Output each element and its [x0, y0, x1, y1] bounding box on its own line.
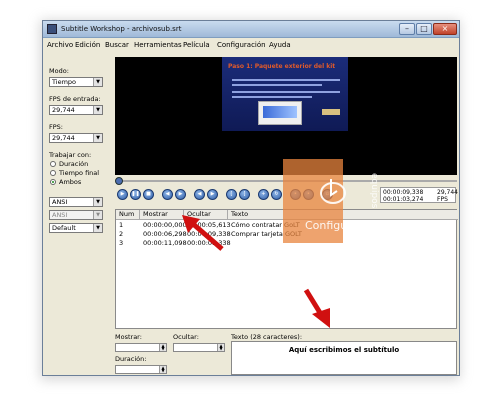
- radio-ambos[interactable]: [50, 179, 56, 185]
- chevron-down-icon: ▼: [93, 106, 102, 114]
- row-num: 2: [119, 230, 124, 238]
- slide-bullet: [232, 79, 340, 81]
- stepper-icon[interactable]: ▲ ▼: [217, 344, 224, 351]
- sync-icon[interactable]: ↻: [271, 189, 282, 200]
- app-window: Subtitle Workshop - archivosub.srt – □ ×…: [42, 20, 460, 376]
- input-fps-value: 29,744: [52, 106, 75, 114]
- hand-click-icon: [320, 179, 346, 204]
- stepper-icon[interactable]: ▲ ▼: [159, 366, 166, 373]
- menu-herramientas[interactable]: Herramientas: [134, 41, 182, 49]
- charset-value-2: ANSI: [52, 211, 68, 219]
- fps-value: 29,744: [52, 134, 75, 142]
- subtitle-text-input[interactable]: Aquí escribimos el subtítulo: [231, 341, 457, 375]
- row-num: 3: [119, 239, 124, 247]
- brand-logo: [322, 109, 340, 115]
- product-image: [258, 101, 302, 125]
- forward-icon[interactable]: ▶: [175, 189, 186, 200]
- menu-archivo[interactable]: Archivo: [47, 41, 73, 49]
- video-frame: Paso 1: Paquete exterior del kit: [222, 57, 348, 131]
- radio-duracion-label: Duración: [59, 160, 89, 168]
- chevron-down-icon: ▼: [93, 134, 102, 142]
- duration-input[interactable]: ▲ ▼: [115, 365, 167, 374]
- hide-label: Ocultar:: [173, 333, 199, 341]
- col-num[interactable]: Num: [116, 210, 140, 220]
- red-arrow-icon: [303, 288, 330, 328]
- pause-icon[interactable]: ❚❚: [130, 189, 141, 200]
- fps-dropdown[interactable]: 29,744 ▼: [49, 133, 103, 143]
- input-fps-dropdown[interactable]: 29,744 ▼: [49, 105, 103, 115]
- charset-dropdown-2: ANSI ▼: [49, 210, 103, 220]
- menu-buscar[interactable]: Buscar: [105, 41, 129, 49]
- window-title: Subtitle Workshop - archivosub.srt: [61, 25, 182, 33]
- add-subtitle-icon[interactable]: +: [258, 189, 269, 200]
- fps-readout: 29,744: [437, 189, 458, 196]
- rewind-icon[interactable]: ◀: [162, 189, 173, 200]
- show-time-input[interactable]: ▲ ▼: [115, 343, 167, 352]
- input-fps-label: FPS de entrada:: [49, 95, 101, 103]
- radio-duracion[interactable]: [50, 161, 56, 167]
- chevron-down-icon: ▼: [93, 198, 102, 206]
- stop-icon[interactable]: ■: [143, 189, 154, 200]
- slide-bullet: [232, 91, 340, 93]
- menu-configuracion[interactable]: Configuración: [217, 41, 266, 49]
- radio-tiempo-final[interactable]: [50, 170, 56, 176]
- radio-ambos-label: Ambos: [59, 178, 82, 186]
- work-with-label: Trabajar con:: [49, 151, 92, 159]
- style-dropdown[interactable]: Default ▼: [49, 223, 103, 233]
- charset-dropdown[interactable]: ANSI ▼: [49, 197, 103, 207]
- chevron-down-icon: ▼: [93, 78, 102, 86]
- minimize-icon[interactable]: –: [399, 23, 415, 35]
- menu-pelicula[interactable]: Película: [183, 41, 210, 49]
- maximize-icon[interactable]: □: [416, 23, 432, 35]
- red-arrow-icon: [182, 215, 224, 251]
- close-icon[interactable]: ×: [433, 23, 457, 35]
- mode-value: Tiempo: [52, 78, 77, 86]
- slide-bullet: [232, 96, 312, 98]
- slide-title: Paso 1: Paquete exterior del kit: [228, 63, 336, 70]
- subtitle-editor: Mostrar: ▲ ▼ Ocultar: ▲ ▼ Duración: ▲ ▼ Tex…: [115, 331, 457, 377]
- end-time-icon[interactable]: ]: [239, 189, 250, 200]
- chevron-down-icon: ▼: [93, 211, 102, 219]
- show-label: Mostrar:: [115, 333, 142, 341]
- menu-ayuda[interactable]: Ayuda: [269, 41, 291, 49]
- text-label: Texto (28 caracteres):: [231, 333, 303, 341]
- mode-label: Modo:: [49, 67, 69, 75]
- start-time-icon[interactable]: [: [226, 189, 237, 200]
- video-preview[interactable]: Paso 1: Paquete exterior del kit: [115, 57, 457, 175]
- menu-edicion[interactable]: Edición: [75, 41, 100, 49]
- fps-unit: FPS: [437, 196, 448, 203]
- watermark-vertical-text: equipos: [369, 173, 379, 209]
- mode-dropdown[interactable]: Tiempo ▼: [49, 77, 103, 87]
- next-subtitle-icon[interactable]: ▶: [207, 189, 218, 200]
- charset-value: ANSI: [52, 198, 68, 206]
- radio-tiempo-final-label: Tiempo final: [59, 169, 100, 177]
- row-num: 1: [119, 221, 124, 229]
- duration-label: Duración:: [115, 355, 147, 363]
- app-icon: [47, 24, 57, 34]
- watermark-logo: Configurar equipos: [283, 159, 423, 243]
- watermark-text: Configurar: [305, 219, 364, 232]
- row-text: [228, 239, 231, 248]
- title-bar: Subtitle Workshop - archivosub.srt – □ ×: [43, 21, 459, 38]
- left-panel: Modo: Tiempo ▼ FPS de entrada: 29,744 ▼ FP…: [47, 57, 109, 257]
- menu-bar: Archivo Edición Buscar Herramientas Pelí…: [43, 39, 459, 51]
- fps-label: FPS:: [49, 123, 63, 131]
- slide-bullet: [232, 84, 322, 86]
- seek-handle[interactable]: [115, 177, 123, 185]
- style-value: Default: [52, 224, 76, 232]
- chevron-down-icon: ▼: [93, 224, 102, 232]
- stepper-icon[interactable]: ▲ ▼: [159, 344, 166, 351]
- play-icon[interactable]: ▶: [117, 189, 128, 200]
- prev-subtitle-icon[interactable]: ◀: [194, 189, 205, 200]
- hide-time-input[interactable]: ▲ ▼: [173, 343, 225, 352]
